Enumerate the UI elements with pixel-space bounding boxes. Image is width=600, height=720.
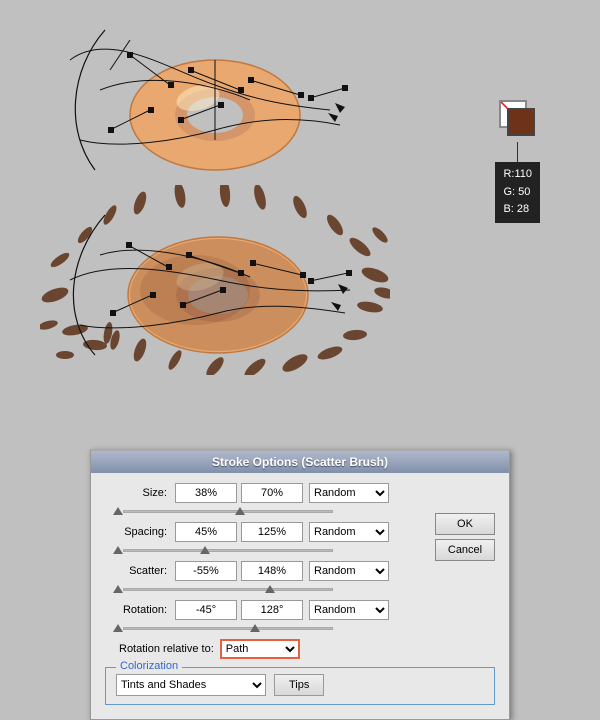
size-slider-container [105, 505, 495, 517]
color-r-line: R:110 [503, 166, 532, 184]
dialog-body: OK Cancel Size: Random None Pressure Spa… [91, 473, 509, 719]
scatter-slider-thumb-left[interactable] [113, 585, 123, 593]
rotation-slider-track[interactable] [123, 627, 333, 630]
size-slider-thumb-right[interactable] [235, 507, 245, 515]
donut-bottom [40, 185, 390, 378]
color-swatch [499, 100, 537, 138]
scatter-row: Scatter: Random None [105, 561, 495, 581]
donut-top [50, 10, 370, 188]
scatter-method-select[interactable]: Random None [309, 561, 389, 581]
scatter-input-min[interactable] [175, 561, 237, 581]
rotation-slider-thumb-left[interactable] [113, 624, 123, 632]
colorization-select[interactable]: Tints and Shades None Tints Hue Shift [116, 674, 266, 696]
rotation-relative-label: Rotation relative to: [119, 643, 214, 655]
scatter-slider-thumb-right[interactable] [265, 585, 275, 593]
scatter-slider-container [105, 583, 495, 595]
scatter-slider-track[interactable] [123, 588, 333, 591]
color-indicator: R:110 G: 50 B: 28 [495, 100, 540, 223]
size-input-max[interactable] [241, 483, 303, 503]
spacing-input-max[interactable] [241, 522, 303, 542]
spacing-slider-thumb-left[interactable] [113, 546, 123, 554]
spacing-slider-track[interactable] [123, 549, 333, 552]
rotation-row: Rotation: Random None [105, 600, 495, 620]
tips-button[interactable]: Tips [274, 674, 324, 696]
rotation-label: Rotation: [105, 604, 175, 616]
swatch-connector-line [517, 142, 518, 162]
colorization-legend: Colorization [116, 660, 182, 672]
size-input-min[interactable] [175, 483, 237, 503]
spacing-label: Spacing: [105, 526, 175, 538]
color-b-line: B: 28 [503, 201, 532, 219]
colorization-group: Colorization Tints and Shades None Tints… [105, 667, 495, 705]
swatch-foreground [507, 108, 535, 136]
illustration-area: R:110 G: 50 B: 28 [0, 0, 600, 400]
spacing-slider-thumb-right[interactable] [200, 546, 210, 554]
stroke-options-dialog: Stroke Options (Scatter Brush) OK Cancel… [90, 449, 510, 720]
spacing-slider-container [105, 544, 495, 556]
rotation-input-min[interactable] [175, 600, 237, 620]
color-g-line: G: 50 [503, 184, 532, 202]
rotation-slider-thumb-right[interactable] [250, 624, 260, 632]
rotation-method-select[interactable]: Random None [309, 600, 389, 620]
dialog-title: Stroke Options (Scatter Brush) [91, 451, 509, 473]
size-slider-track[interactable] [123, 510, 333, 513]
size-method-select[interactable]: Random None Pressure [309, 483, 389, 503]
size-slider-thumb-left[interactable] [113, 507, 123, 515]
rotation-relative-select[interactable]: Path Page [220, 639, 300, 659]
size-label: Size: [105, 487, 175, 499]
spacing-input-min[interactable] [175, 522, 237, 542]
rotation-input-max[interactable] [241, 600, 303, 620]
rotation-relative-row: Rotation relative to: Path Page [105, 639, 495, 659]
color-tooltip-box: R:110 G: 50 B: 28 [495, 162, 540, 223]
rotation-slider-container [105, 622, 495, 634]
scatter-label: Scatter: [105, 565, 175, 577]
scatter-input-max[interactable] [241, 561, 303, 581]
spacing-method-select[interactable]: Random None [309, 522, 389, 542]
colorization-inner: Tints and Shades None Tints Hue Shift Ti… [116, 674, 484, 696]
size-row: Size: Random None Pressure [105, 483, 495, 503]
